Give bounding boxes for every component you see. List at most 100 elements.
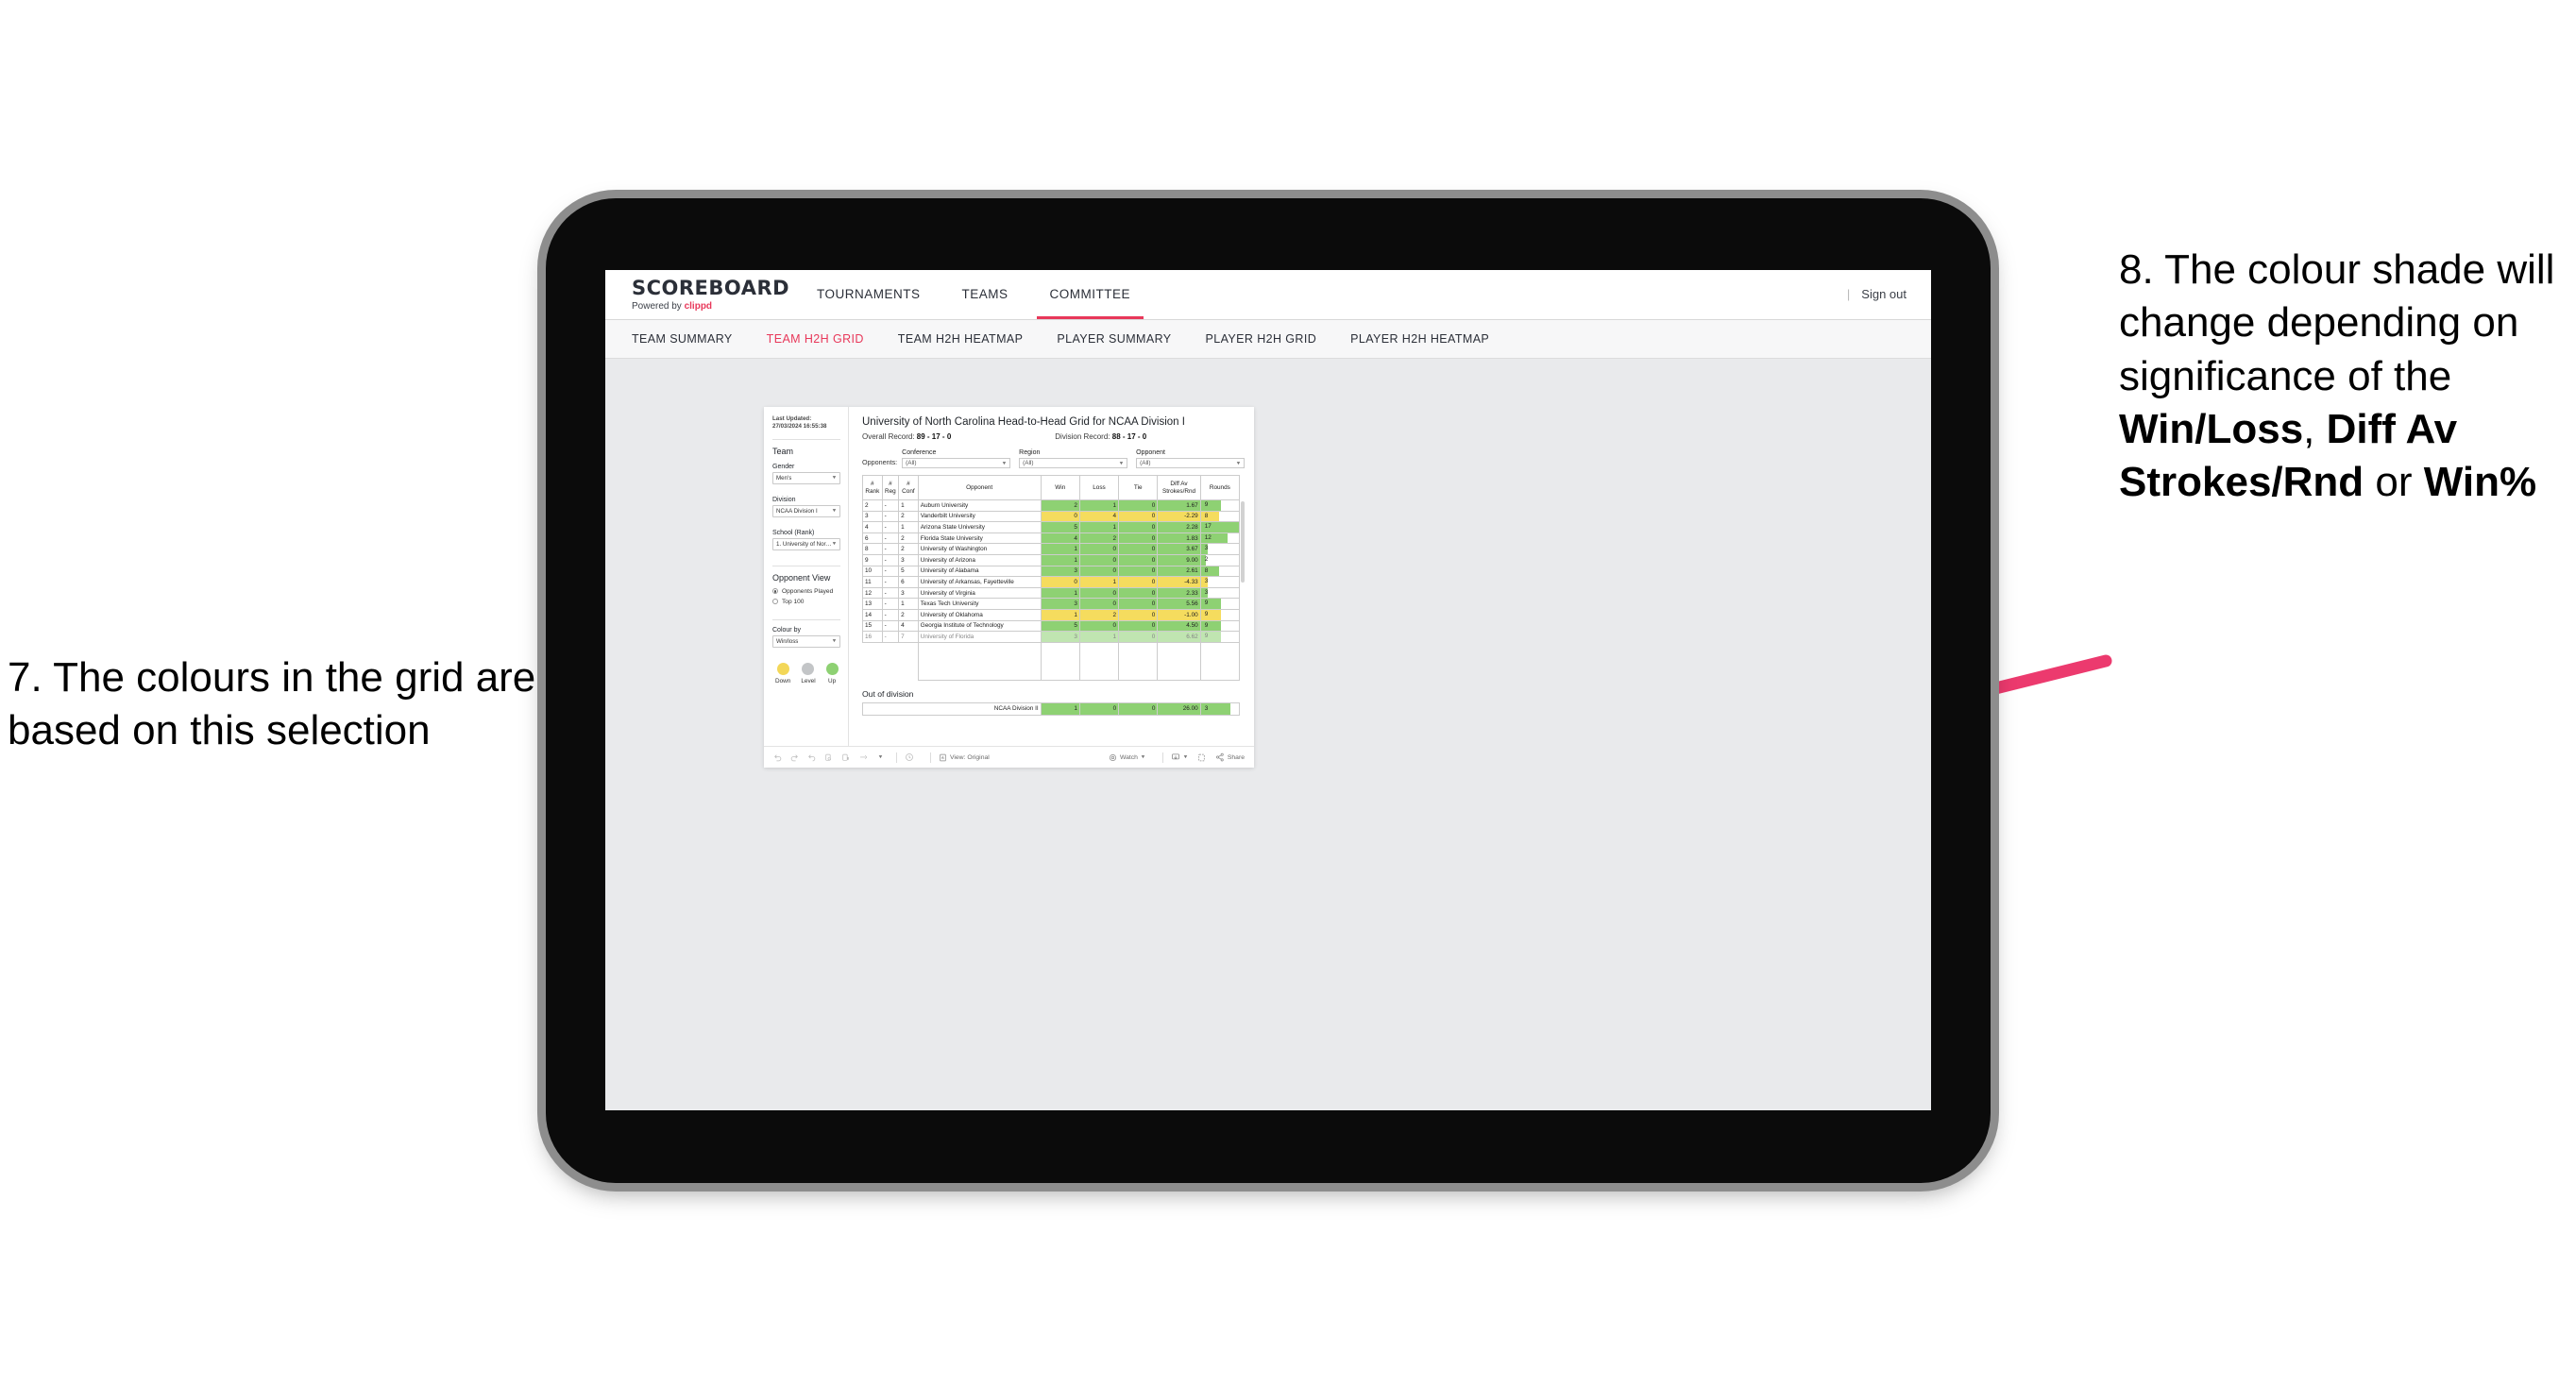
cell-diff: 2.61 xyxy=(1157,565,1201,578)
table-row[interactable]: 2-1 Auburn University 2 1 0 1.67 9 xyxy=(862,499,1241,512)
table-empty-area xyxy=(862,641,1241,681)
cell-rank: 4 xyxy=(862,521,883,533)
toolbar-divider-3 xyxy=(1161,752,1163,763)
cell-rank: 16 xyxy=(862,631,883,643)
download-button[interactable]: ▼ xyxy=(1171,752,1188,762)
watch-button[interactable]: Watch ▼ xyxy=(1109,753,1145,762)
cell-rounds: 9 xyxy=(1199,631,1241,643)
cell-tie: 0 xyxy=(1118,510,1159,523)
chevron-down-icon: ▼ xyxy=(1182,754,1189,760)
out-of-division-title: Out of division xyxy=(862,688,914,699)
legend-swatch-down xyxy=(776,662,789,675)
filter-conference-select[interactable]: (All) ▼ xyxy=(902,458,1011,468)
gender-select[interactable]: Men's ▼ xyxy=(772,471,840,484)
filter-region-select[interactable]: (All) ▼ xyxy=(1019,458,1128,468)
col-loss[interactable]: Loss xyxy=(1078,475,1120,500)
table-row[interactable]: 14-2 University of Oklahoma 1 2 0 -1.00 9 xyxy=(862,608,1241,621)
pause-auto-update-icon[interactable] xyxy=(841,753,850,762)
cell-rank: 11 xyxy=(862,576,883,588)
col-diff-av-strokes[interactable]: Diff Av Strokes/Rnd xyxy=(1157,475,1201,500)
subnav-item-player-h2h-heatmap[interactable]: PLAYER H2H HEATMAP xyxy=(1350,332,1489,346)
cell-reg: - xyxy=(881,532,900,545)
viz-pane: University of North Carolina Head-to-Hea… xyxy=(849,407,1254,746)
subnav-item-player-summary[interactable]: PLAYER SUMMARY xyxy=(1057,332,1171,346)
cell-tie: 0 xyxy=(1118,521,1159,533)
cell-tie: 0 xyxy=(1118,576,1159,588)
toolbar-caret-icon[interactable]: ▼ xyxy=(878,754,884,760)
view-original-button[interactable]: View: Original xyxy=(939,753,990,762)
subnav-item-team-summary[interactable]: TEAM SUMMARY xyxy=(632,332,733,346)
division-select[interactable]: NCAA Division I ▼ xyxy=(772,504,840,517)
cell-tie: 0 xyxy=(1118,543,1159,555)
nav-item-committee[interactable]: COMMITTEE xyxy=(1029,270,1152,319)
share-button[interactable]: Share xyxy=(1215,752,1245,762)
cell-conf: 7 xyxy=(898,631,919,643)
annotation-right-seg-2: , xyxy=(2303,405,2327,452)
cell-conf: 5 xyxy=(898,565,919,578)
table-row[interactable]: 10-5 University of Alabama 3 0 0 2.61 8 xyxy=(862,565,1241,578)
table-row[interactable]: 6-2 Florida State University 4 2 0 1.83 12 xyxy=(862,532,1241,545)
school-rank-select[interactable]: 1. University of Nort... ▼ xyxy=(772,537,840,550)
table-row[interactable]: 11-6 University of Arkansas, Fayetteville… xyxy=(862,576,1241,588)
out-of-division-row[interactable]: NCAA Division II 1 0 0 26.00 3 xyxy=(862,701,1241,716)
cell-rounds: 9 xyxy=(1199,598,1241,610)
fullscreen-button[interactable] xyxy=(1197,753,1206,762)
legend-label-level: Level xyxy=(801,677,816,685)
col-rounds[interactable]: Rounds xyxy=(1199,475,1241,500)
cell-rank: 15 xyxy=(862,619,883,633)
col-rank[interactable]: # Rank xyxy=(862,475,883,500)
cell-loss: 0 xyxy=(1078,543,1120,555)
undo-all-icon[interactable] xyxy=(858,753,870,762)
col-tie[interactable]: Tie xyxy=(1118,475,1159,500)
table-row[interactable]: 15-4 Georgia Institute of Technology 5 0 0 4.… xyxy=(862,619,1241,633)
nav-item-teams[interactable]: TEAMS xyxy=(941,270,1029,319)
cell-loss: 0 xyxy=(1078,553,1120,566)
col-opponent[interactable]: Opponent xyxy=(917,475,1042,500)
filter-opponent-label: Opponent xyxy=(1136,449,1165,456)
colour-by-select[interactable]: Win/loss ▼ xyxy=(772,634,840,648)
cell-win: 1 xyxy=(1040,608,1080,621)
col-win[interactable]: Win xyxy=(1040,475,1080,500)
cell-diff: 4.50 xyxy=(1157,619,1201,633)
refresh-icon[interactable] xyxy=(824,753,833,762)
revert-icon[interactable] xyxy=(807,753,816,762)
col-rank-l2: Rank xyxy=(865,487,880,495)
subnav-item-team-h2h-heatmap[interactable]: TEAM H2H HEATMAP xyxy=(898,332,1024,346)
table-row[interactable]: 3-2 Vanderbilt University 0 4 0 -2.29 8 xyxy=(862,510,1241,523)
cell-rank: 3 xyxy=(862,510,883,523)
undo-icon[interactable] xyxy=(773,753,782,762)
cell-conf: 1 xyxy=(898,521,919,533)
radio-opponents-played[interactable]: Opponents Played xyxy=(772,588,840,595)
subnav-item-team-h2h-grid[interactable]: TEAM H2H GRID xyxy=(767,332,864,346)
overall-record-value: 89 - 17 - 0 xyxy=(914,432,952,441)
table-row[interactable]: 4-1 Arizona State University 5 1 0 2.28 17 xyxy=(862,521,1241,533)
nav-item-tournaments[interactable]: TOURNAMENTS xyxy=(796,270,941,319)
ood-cell-tie: 0 xyxy=(1118,701,1159,716)
table-row[interactable]: 13-1 Texas Tech University 3 0 0 5.56 9 xyxy=(862,598,1241,610)
cell-diff: 9.00 xyxy=(1157,553,1201,566)
table-row[interactable]: 9-3 University of Arizona 1 0 0 9.00 2 xyxy=(862,553,1241,566)
redo-icon[interactable] xyxy=(790,753,799,762)
cell-conf: 3 xyxy=(898,586,919,600)
h2h-grid-table: # Rank # Reg # Conf Opponent Win Loss Tie D… xyxy=(862,475,1241,681)
cell-rounds: 2 xyxy=(1199,553,1241,566)
cell-reg: - xyxy=(881,553,900,566)
filter-opponent-select[interactable]: (All) ▼ xyxy=(1136,458,1246,468)
cell-win: 3 xyxy=(1040,565,1080,578)
subnav-item-player-h2h-grid[interactable]: PLAYER H2H GRID xyxy=(1206,332,1317,346)
table-row[interactable]: 12-3 University of Virginia 1 0 0 2.33 3 xyxy=(862,586,1241,600)
cell-reg: - xyxy=(881,598,900,610)
cell-conf: 4 xyxy=(898,619,919,633)
history-icon[interactable] xyxy=(905,752,914,762)
col-conf[interactable]: # Conf xyxy=(898,475,919,500)
radio-top-100[interactable]: Top 100 xyxy=(772,599,840,605)
table-scrollbar-thumb[interactable] xyxy=(1241,501,1245,583)
chevron-down-icon: ▼ xyxy=(831,475,838,482)
table-row[interactable]: 8-2 University of Washington 1 0 0 3.67 3 xyxy=(862,543,1241,555)
cell-rounds: 17 xyxy=(1199,521,1241,533)
out-of-division-body: NCAA Division II 1 0 0 26.00 3 xyxy=(862,701,1241,716)
sign-out-link[interactable]: Sign out xyxy=(1861,287,1907,301)
sign-out-area: | Sign out xyxy=(1847,270,1907,319)
table-row[interactable]: 16-7 University of Florida 3 1 0 6.62 9 xyxy=(862,631,1241,643)
col-reg[interactable]: # Reg xyxy=(881,475,900,500)
